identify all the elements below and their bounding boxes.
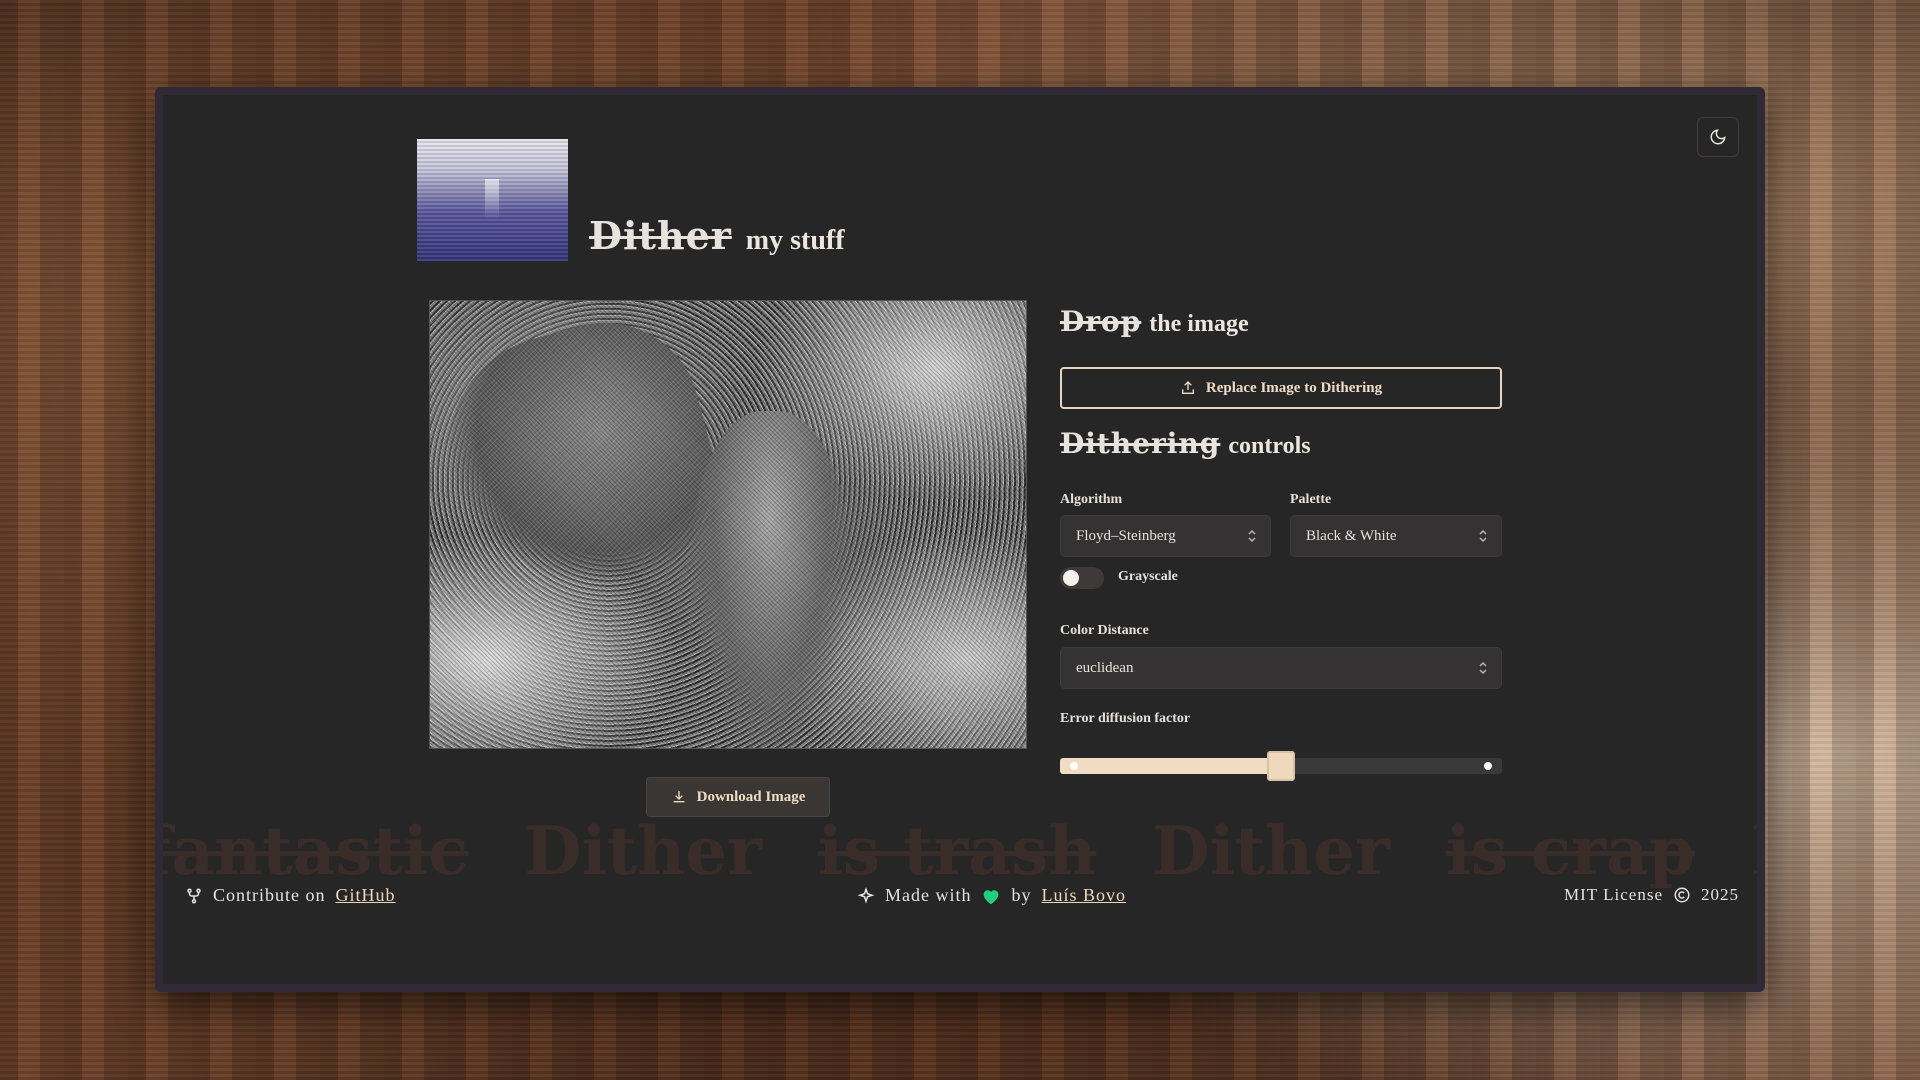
dithered-image-preview — [429, 300, 1027, 749]
controls-heading: Dithering controls — [1060, 427, 1311, 460]
controls-heading-strike: Dithering — [1060, 427, 1221, 460]
chevron-up-down-icon — [1479, 661, 1487, 675]
grayscale-label: Grayscale — [1118, 569, 1178, 584]
error-diffusion-label: Error diffusion factor — [1060, 711, 1191, 726]
drop-heading-strike: Drop — [1060, 305, 1142, 338]
license-text: MIT License — [1564, 885, 1663, 904]
algorithm-select[interactable]: Floyd–Steinberg — [1060, 515, 1271, 557]
contribute-text: Contribute on — [213, 885, 326, 905]
copyright-icon — [1674, 887, 1690, 903]
grayscale-toggle[interactable] — [1060, 567, 1104, 589]
preview-dither-noise — [430, 301, 1026, 748]
algorithm-value: Floyd–Steinberg — [1076, 527, 1176, 544]
app-window: Dither my stuff Download Image Drop the … — [155, 87, 1765, 992]
author-link[interactable]: Luís Bovo — [1041, 885, 1126, 906]
palette-value: Black & White — [1306, 527, 1397, 544]
marquee-word: is trash — [817, 812, 1097, 890]
footer-contribute: Contribute on GitHub — [185, 885, 396, 906]
logo-image — [417, 139, 568, 261]
download-image-button[interactable]: Download Image — [646, 777, 830, 817]
by-text: by — [1011, 885, 1032, 905]
algorithm-label: Algorithm — [1060, 492, 1123, 507]
color-distance-label: Color Distance — [1060, 623, 1149, 638]
drop-heading-rest: the image — [1149, 311, 1249, 337]
sparkles-icon — [857, 886, 875, 904]
error-diffusion-slider[interactable] — [1060, 751, 1502, 781]
page-title: Dither my stuff — [589, 213, 845, 263]
grayscale-toggle-knob — [1063, 570, 1079, 586]
palette-select[interactable]: Black & White — [1290, 515, 1502, 557]
background-marquee: fantasticDitheris trashDitheris crapDith… — [163, 812, 1757, 892]
year-text: 2025 — [1701, 885, 1739, 904]
slider-max-dot — [1484, 762, 1492, 770]
marquee-word: is crap — [1445, 812, 1695, 890]
upload-icon — [1181, 381, 1194, 394]
title-rest: my stuff — [745, 225, 845, 256]
marquee-word: Dither — [524, 812, 762, 890]
chevron-up-down-icon — [1479, 529, 1487, 543]
title-strike-word: Dither — [589, 213, 732, 258]
palette-label: Palette — [1290, 492, 1332, 507]
chevron-up-down-icon — [1248, 529, 1256, 543]
color-distance-select[interactable]: euclidean — [1060, 647, 1502, 689]
slider-thumb[interactable] — [1267, 751, 1295, 781]
git-fork-icon — [187, 888, 201, 903]
theme-toggle-button[interactable] — [1697, 117, 1739, 157]
made-with-text: Made with — [885, 885, 972, 905]
footer: Contribute on GitHub Made with by Luís B… — [163, 885, 1757, 915]
heart-icon — [984, 889, 999, 904]
color-distance-value: euclidean — [1076, 659, 1134, 676]
download-label: Download Image — [696, 788, 806, 805]
replace-label: Replace Image to Dithering — [1205, 379, 1383, 396]
marquee-word: Dither — [1152, 812, 1390, 890]
moon-icon — [1710, 129, 1726, 145]
slider-fill — [1060, 758, 1281, 774]
marquee-word: Dither — [1751, 812, 1757, 892]
download-icon — [673, 791, 684, 803]
github-link[interactable]: GitHub — [336, 885, 396, 906]
marquee-word: fantastic — [155, 812, 469, 890]
replace-image-button[interactable]: Replace Image to Dithering — [1060, 367, 1502, 409]
controls-heading-rest: controls — [1228, 433, 1311, 459]
slider-min-dot — [1070, 762, 1078, 770]
footer-license: MIT License 2025 — [1564, 885, 1739, 905]
drop-heading: Drop the image — [1060, 305, 1249, 338]
footer-made-with: Made with by Luís Bovo — [857, 885, 1126, 906]
